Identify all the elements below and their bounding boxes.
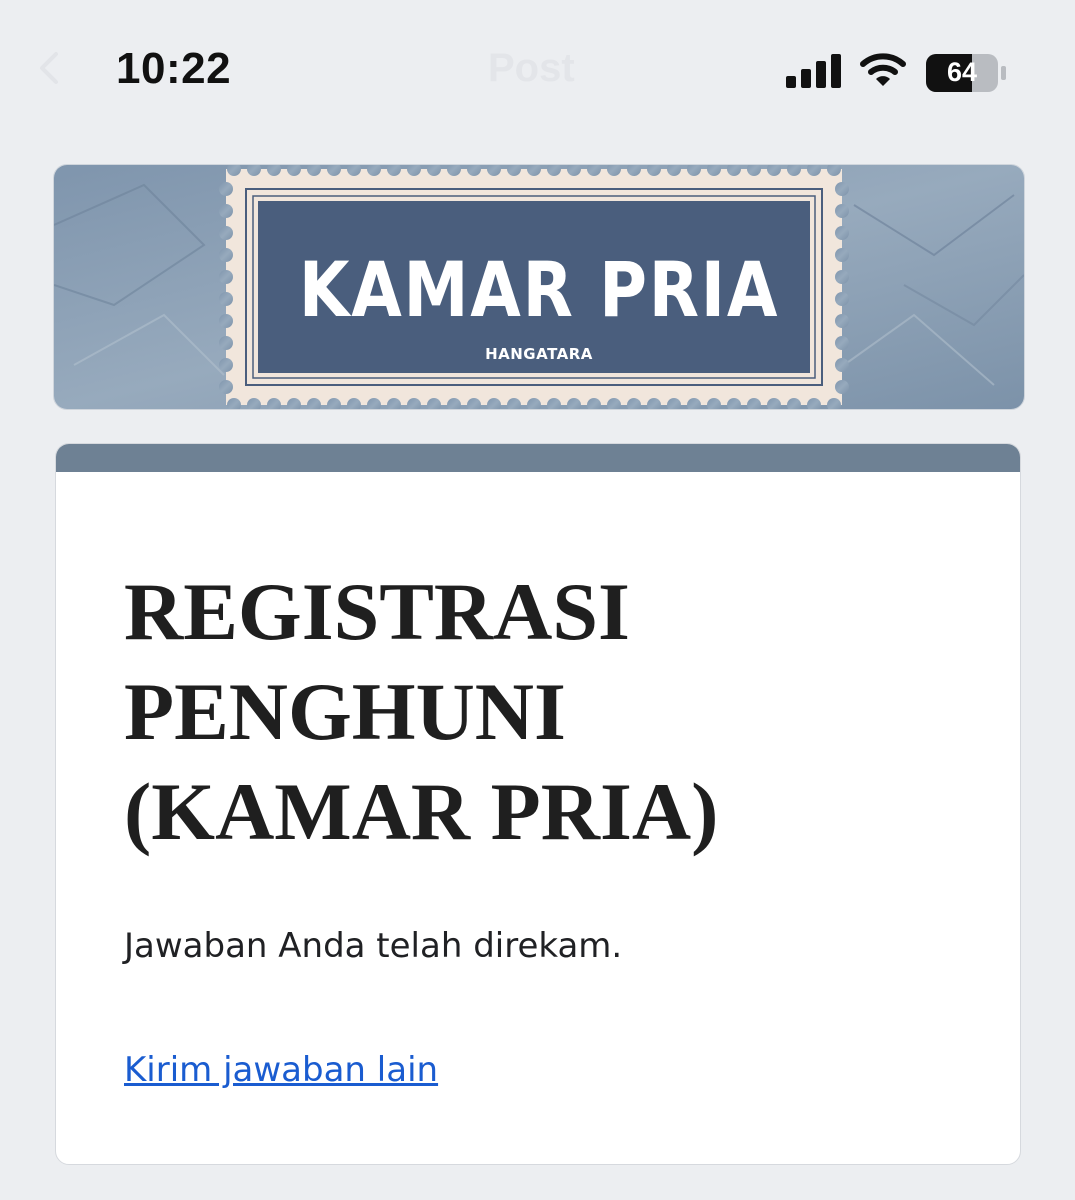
banner-subtitle: HANGATARA xyxy=(485,345,593,363)
header-banner-image: KAMAR PRIA HANGATARA xyxy=(53,164,1025,410)
clock: 10:22 xyxy=(116,44,232,93)
battery-level: 64 xyxy=(946,57,978,87)
response-recorded-message: Jawaban Anda telah direkam. xyxy=(124,926,623,966)
submit-another-response-link[interactable]: Kirim jawaban lain xyxy=(124,1050,438,1090)
faded-page-title: Post xyxy=(488,46,575,90)
form-title: REGISTRASI PENGHUNI (KAMAR PRIA) xyxy=(124,566,719,857)
status-bar: Post 10:22 64 xyxy=(0,0,1075,130)
cellular-signal-icon xyxy=(786,54,841,88)
banner-title: KAMAR PRIA xyxy=(298,245,780,334)
back-arrow-icon[interactable] xyxy=(32,48,72,88)
form-confirmation-card: REGISTRASI PENGHUNI (KAMAR PRIA) Jawaban… xyxy=(55,443,1021,1165)
card-accent-strip xyxy=(56,444,1020,472)
wifi-icon xyxy=(860,53,906,86)
